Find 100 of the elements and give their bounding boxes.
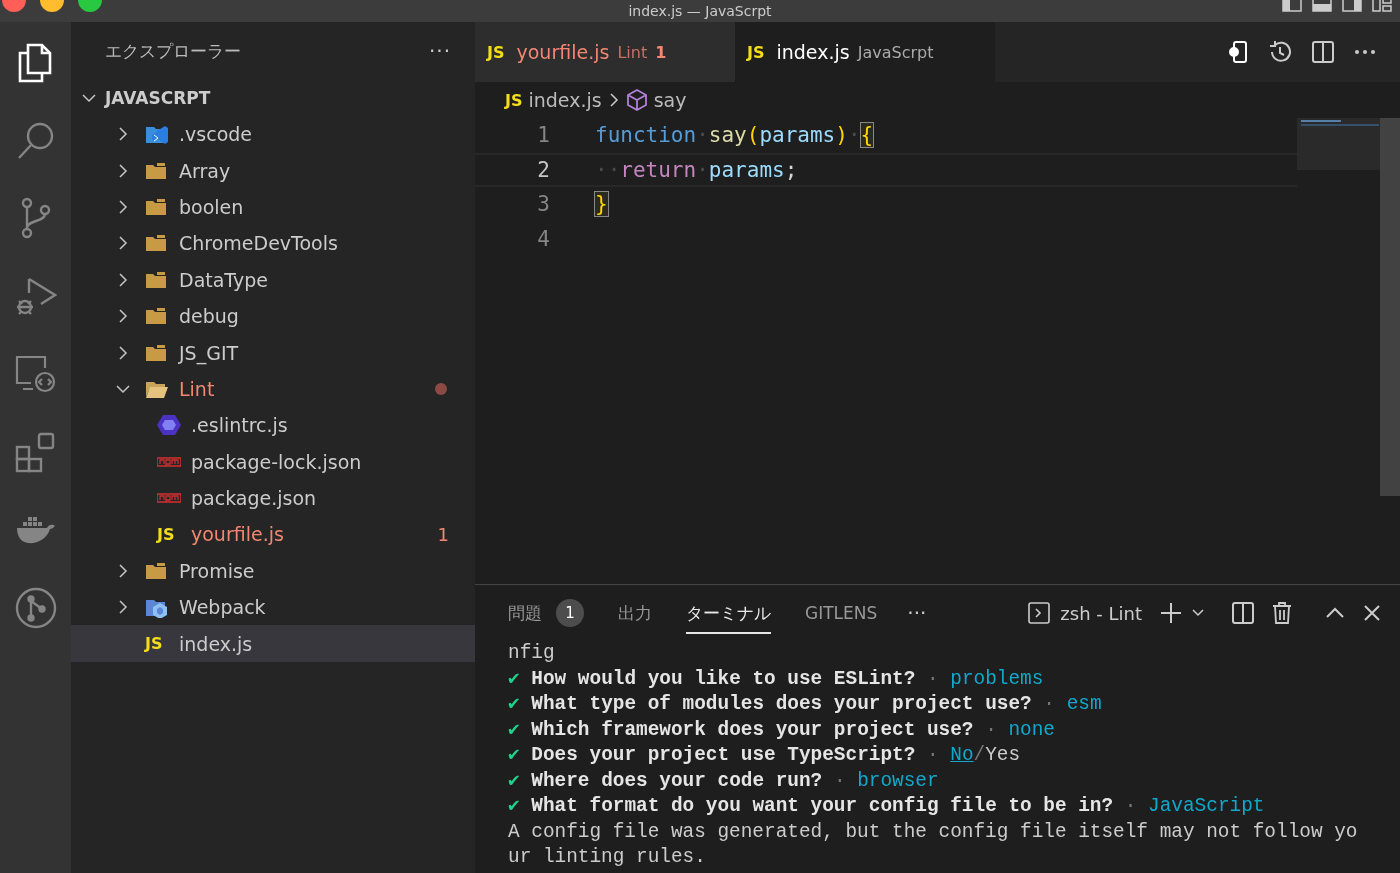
split-editor-icon[interactable] <box>1312 41 1334 63</box>
breadcrumb-symbol[interactable]: say <box>653 89 687 111</box>
item-label: package-lock.json <box>191 450 362 473</box>
sidebar-title: エクスプローラー <box>105 39 241 63</box>
terminal-name[interactable]: zsh - Lint <box>1060 602 1142 624</box>
trash-icon[interactable] <box>1272 602 1292 624</box>
tree-item[interactable]: debug <box>71 297 475 335</box>
extensions-icon <box>14 431 57 473</box>
remote-explorer-icon <box>14 354 57 394</box>
folder-icon <box>145 123 169 146</box>
folder-icon <box>145 234 167 253</box>
folder-icon <box>145 270 167 289</box>
more-icon[interactable] <box>1354 49 1376 55</box>
chevron-up-icon[interactable] <box>1326 607 1344 619</box>
more-button[interactable]: ··· <box>907 601 927 625</box>
package-icon <box>157 456 181 467</box>
line-number: 2 <box>536 157 550 182</box>
chevron-right-icon <box>607 92 620 108</box>
tree-item[interactable]: Promise <box>71 552 475 590</box>
editor-tab[interactable]: JS index.js JavaScrpt <box>735 22 995 82</box>
terminal-line: nfig <box>508 641 555 666</box>
package-icon <box>157 493 181 504</box>
window-title: index.js — JavaScrpt <box>628 2 772 21</box>
item-label: Lint <box>179 377 215 400</box>
cube-icon <box>625 88 648 112</box>
line-number: 4 <box>536 226 550 251</box>
history-icon[interactable] <box>1268 40 1292 64</box>
tree-item[interactable]: DataType <box>71 261 475 298</box>
terminal-line: ✔ Does your project use TypeScript? · No/Yes <box>508 743 1021 768</box>
problem-count: 1 <box>437 524 449 545</box>
js-file-icon: JS <box>487 42 505 62</box>
item-label: .eslintrc.js <box>191 414 288 437</box>
js-file-icon: JS <box>747 42 765 62</box>
folder-header[interactable]: JAVASCRPT <box>105 88 211 108</box>
item-label: .vscode <box>179 123 252 146</box>
terminal-line: A config file was generated, but the config file itself may not follow yo <box>508 819 1358 845</box>
js-file-icon: JS <box>157 525 175 544</box>
layout-customize-icon[interactable] <box>1372 0 1392 12</box>
panel-tab[interactable]: GITLENS <box>805 592 878 634</box>
item-label: debug <box>179 305 239 328</box>
terminal-line: ✔ Where does your code run? · browser <box>508 768 939 794</box>
item-label: DataType <box>179 268 268 291</box>
count-badge: 1 <box>556 599 584 627</box>
split-terminal-icon[interactable] <box>1232 602 1254 624</box>
terminal-line: ✔ Which framework does your project use? · none <box>508 717 1055 743</box>
tree-item[interactable]: package-lock.json <box>71 443 475 480</box>
search-icon <box>15 120 56 160</box>
item-label: index.js <box>179 632 253 655</box>
item-label: ChromeDevTools <box>179 232 338 255</box>
line-number: 3 <box>536 192 550 217</box>
js-file-icon: JS <box>505 90 523 110</box>
item-label: yourfile.js <box>191 523 284 546</box>
folder-icon <box>145 161 167 180</box>
layout-right-icon[interactable] <box>1342 0 1362 12</box>
plus-icon[interactable] <box>1160 602 1182 624</box>
line-number: 1 <box>536 123 550 148</box>
layout-panel-icon[interactable] <box>1312 0 1332 12</box>
item-label: Webpack <box>179 596 266 619</box>
tree-item[interactable]: .vscode <box>71 116 475 153</box>
item-label: JS_GIT <box>179 341 239 364</box>
item-label: Array <box>179 159 231 182</box>
run-debug-icon <box>14 275 57 317</box>
code-line: ··return·params; <box>595 157 798 182</box>
tree-item[interactable]: Webpack <box>71 589 475 626</box>
folder-icon <box>145 561 167 580</box>
hexagon-icon <box>157 413 181 438</box>
editor-tab[interactable]: JS yourfile.js Lint 1 <box>475 22 735 82</box>
more-button[interactable]: ··· <box>428 39 451 63</box>
terminal-line: ✔ How would you like to use ESLint? · problems <box>508 666 1044 692</box>
tree-item[interactable]: JS yourfile.js 1 <box>71 516 475 553</box>
layout-sidebar-icon[interactable] <box>1282 0 1302 12</box>
tree-item[interactable]: Lint <box>71 370 475 408</box>
terminal-icon <box>1028 602 1051 624</box>
breadcrumb-file[interactable]: index.js <box>528 89 602 111</box>
whale-icon <box>14 514 57 546</box>
panel-tab[interactable]: 出力 <box>618 592 652 634</box>
code-line: function·say(params)·{ <box>595 123 874 148</box>
panel-tab[interactable]: 問題 1 <box>508 592 584 634</box>
terminal-line: ✔ What type of modules does your project use? · esm <box>508 692 1102 717</box>
tree-item[interactable]: boolen <box>71 188 475 226</box>
git-graph-icon <box>14 587 57 629</box>
file-gear-icon[interactable] <box>1226 40 1248 64</box>
scrollbar[interactable] <box>1380 118 1400 496</box>
tree-item[interactable]: Array <box>71 152 475 189</box>
panel-tab[interactable]: ターミナル <box>686 592 771 634</box>
item-label: package.json <box>191 487 317 510</box>
terminal-line: ✔ What format do you want your config file to be in? · JavaScript <box>508 794 1265 819</box>
chevron-down-icon[interactable] <box>1192 609 1204 617</box>
tree-item[interactable]: JS_GIT <box>71 334 475 371</box>
item-label: Promise <box>179 559 255 582</box>
item-label: boolen <box>179 195 244 218</box>
folder-icon <box>145 197 167 216</box>
tree-item[interactable]: JS index.js <box>71 625 475 662</box>
close-icon[interactable] <box>1364 605 1380 621</box>
tree-item[interactable]: package.json <box>71 479 475 517</box>
tree-item[interactable]: ChromeDevTools <box>71 225 475 262</box>
folder-icon <box>145 343 167 362</box>
js-file-icon: JS <box>145 634 163 654</box>
folder-icon <box>145 307 167 326</box>
tree-item[interactable]: .eslintrc.js <box>71 407 475 444</box>
